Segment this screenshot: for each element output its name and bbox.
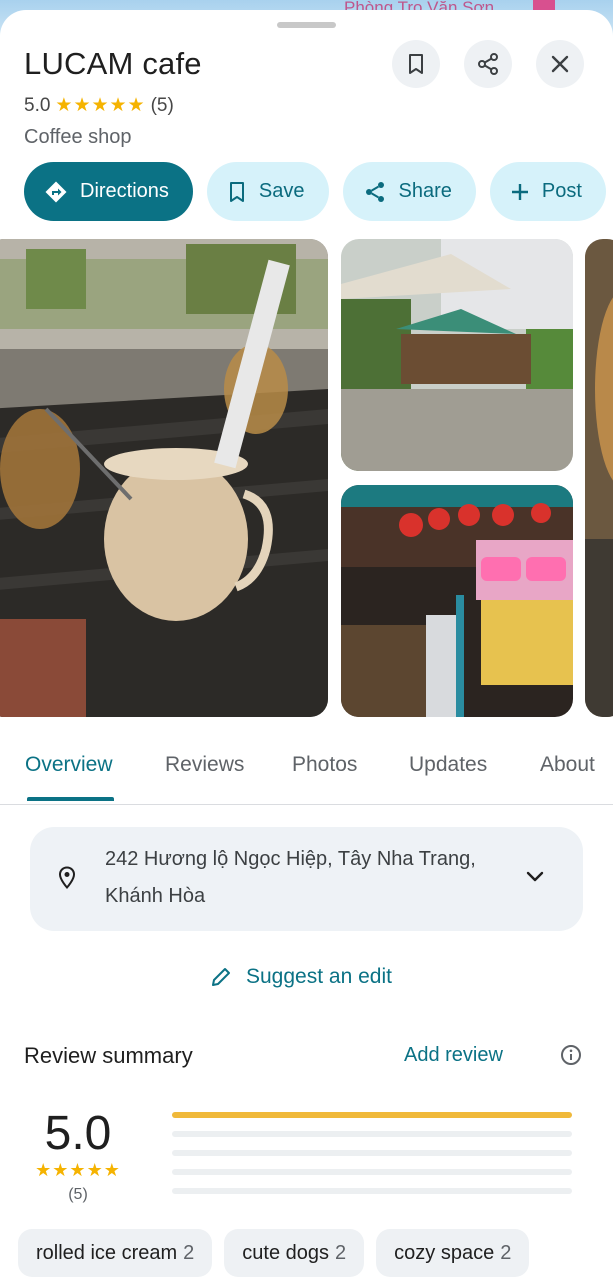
suggest-edit-link[interactable]: Suggest an edit <box>210 965 392 989</box>
topic-chip[interactable]: rolled ice cream 2 <box>18 1229 213 1277</box>
review-count: (5) <box>150 94 174 116</box>
address-line-1: 242 Hương lộ Ngọc Hiệp, Tây Nha Trang, <box>105 848 476 870</box>
summary-rating-stars: ★★★★★ <box>35 1160 121 1180</box>
summary-rating-value: 5.0 <box>44 1107 112 1160</box>
summary-review-count: (5) <box>68 1186 88 1203</box>
tab-overview[interactable]: Overview <box>25 753 113 777</box>
ice-cream-stand-photo-image <box>341 485 573 717</box>
chevron-down-icon[interactable] <box>526 871 544 883</box>
review-topic-chips: rolled ice cream 2 cute dogs 2 cozy spac… <box>18 1229 530 1277</box>
save-button[interactable]: Save <box>206 162 329 221</box>
pencil-icon <box>212 968 230 986</box>
place-category: Coffee shop <box>24 126 132 148</box>
bookmark-icon <box>229 181 244 202</box>
tab-about[interactable]: About <box>540 753 595 777</box>
rating-bar-1 <box>172 1188 572 1194</box>
review-summary-title: Review summary <box>24 1043 193 1068</box>
share-icon <box>478 53 498 75</box>
rating-row[interactable]: 5.0 ★★★★★ (5) <box>24 94 174 117</box>
address-text: 242 Hương lộ Ngọc Hiệp, Tây Nha Trang, K… <box>105 841 505 915</box>
save-place-button[interactable] <box>392 40 440 88</box>
plus-icon <box>511 183 528 200</box>
tab-reviews[interactable]: Reviews <box>165 753 244 777</box>
action-chips: Directions Save Share Post <box>24 162 606 221</box>
address-line-2: Khánh Hòa <box>105 885 206 907</box>
tab-photos[interactable]: Photos <box>292 753 357 777</box>
add-review-button[interactable]: Add review <box>404 1044 503 1067</box>
tab-bar: Overview Reviews Photos Updates About <box>0 745 613 805</box>
partial-photo-image <box>585 239 613 717</box>
share-place-button[interactable] <box>464 40 512 88</box>
suggest-edit-label: Suggest an edit <box>246 965 392 988</box>
directions-label: Directions <box>80 180 169 202</box>
topic-label: cute dogs <box>242 1241 330 1264</box>
share-icon <box>365 181 384 202</box>
bookmark-icon <box>409 54 423 74</box>
iced-coffee-photo-image <box>0 239 328 717</box>
courtyard-photo-image <box>341 239 573 471</box>
topic-label: rolled ice cream <box>36 1241 178 1264</box>
place-bottom-sheet: LUCAM cafe 5.0 ★★★★★ (5) Coffee shop Dir… <box>0 10 613 1280</box>
topic-label: cozy space <box>394 1241 495 1264</box>
close-button[interactable] <box>536 40 584 88</box>
rating-bar-fill <box>172 1112 572 1118</box>
location-pin-icon <box>58 866 76 889</box>
tab-updates[interactable]: Updates <box>409 753 487 777</box>
rating-stars: ★★★★★ <box>55 95 146 116</box>
post-button[interactable]: Post <box>489 162 606 221</box>
topic-chip[interactable]: cozy space 2 <box>376 1229 530 1277</box>
rating-bar-5 <box>172 1112 572 1118</box>
save-label: Save <box>258 180 305 202</box>
topic-count: 2 <box>335 1241 347 1264</box>
rating-bar-4 <box>172 1131 572 1137</box>
directions-button[interactable]: Directions <box>24 162 193 221</box>
directions-icon <box>45 181 67 202</box>
topic-count: 2 <box>500 1241 512 1264</box>
photo-partial[interactable] <box>585 239 613 717</box>
share-label: Share <box>398 180 452 202</box>
address-row[interactable]: 242 Hương lộ Ngọc Hiệp, Tây Nha Trang, K… <box>30 827 583 931</box>
topic-chip[interactable]: cute dogs 2 <box>224 1229 365 1277</box>
rating-distribution[interactable] <box>172 1112 572 1207</box>
rating-bar-3 <box>172 1150 572 1156</box>
photo-ice-cream-stand[interactable] <box>341 485 573 717</box>
place-title: LUCAM cafe <box>24 46 202 81</box>
close-icon <box>551 55 569 73</box>
active-tab-indicator <box>27 797 114 801</box>
rating-value: 5.0 <box>24 94 51 116</box>
info-icon[interactable] <box>560 1044 582 1066</box>
drag-handle[interactable] <box>277 22 336 28</box>
photo-iced-coffee[interactable] <box>0 239 328 717</box>
rating-bar-2 <box>172 1169 572 1175</box>
post-label: Post <box>541 180 582 202</box>
photo-courtyard[interactable] <box>341 239 573 471</box>
photo-gallery[interactable] <box>0 239 613 717</box>
topic-count: 2 <box>183 1241 195 1264</box>
share-button[interactable]: Share <box>342 162 476 221</box>
